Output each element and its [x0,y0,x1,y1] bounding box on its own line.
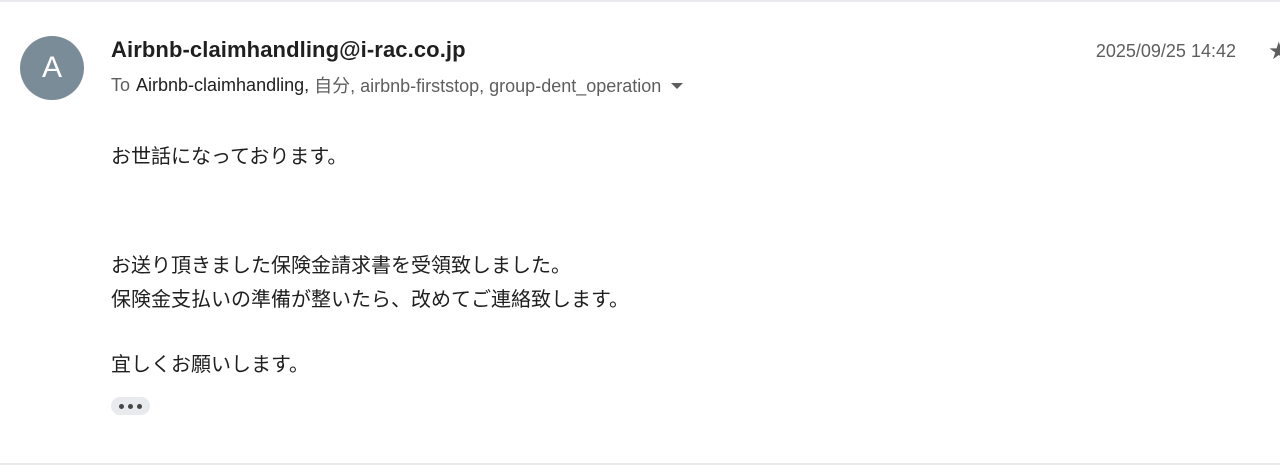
star-icon[interactable]: ★ [1268,40,1280,64]
body-line-payment: 保険金支払いの準備が整いたら、改めてご連絡致します。 [111,287,629,311]
to-label: To [111,74,131,95]
recipients-line: To Airbnb-claimhandling, 自分, airbnb-firs… [111,72,684,98]
sender-avatar[interactable]: A [20,36,84,100]
bottom-divider [0,463,1280,465]
top-divider [0,0,1280,2]
body-line-greeting: お世話になっております。 [111,144,348,168]
body-line-closing: 宜しくお願いします。 [111,352,309,376]
recipient-rest: 自分, airbnb-firststop, group-dent_operati… [314,76,662,96]
ellipsis-dot-icon [128,403,133,409]
sender-email[interactable]: Airbnb-claimhandling@i-rac.co.jp [111,37,466,63]
ellipsis-dot-icon [119,403,124,409]
recipient-details-dropdown-icon[interactable] [671,83,684,89]
ellipsis-dot-icon [137,403,142,409]
recipient-first: Airbnb-claimhandling, [136,74,310,95]
show-trimmed-content-button[interactable] [111,397,150,415]
message-timestamp: 2025/09/25 14:42 [1095,41,1236,61]
body-line-received: お送り頂きました保険金請求書を受領致しました。 [111,253,571,277]
